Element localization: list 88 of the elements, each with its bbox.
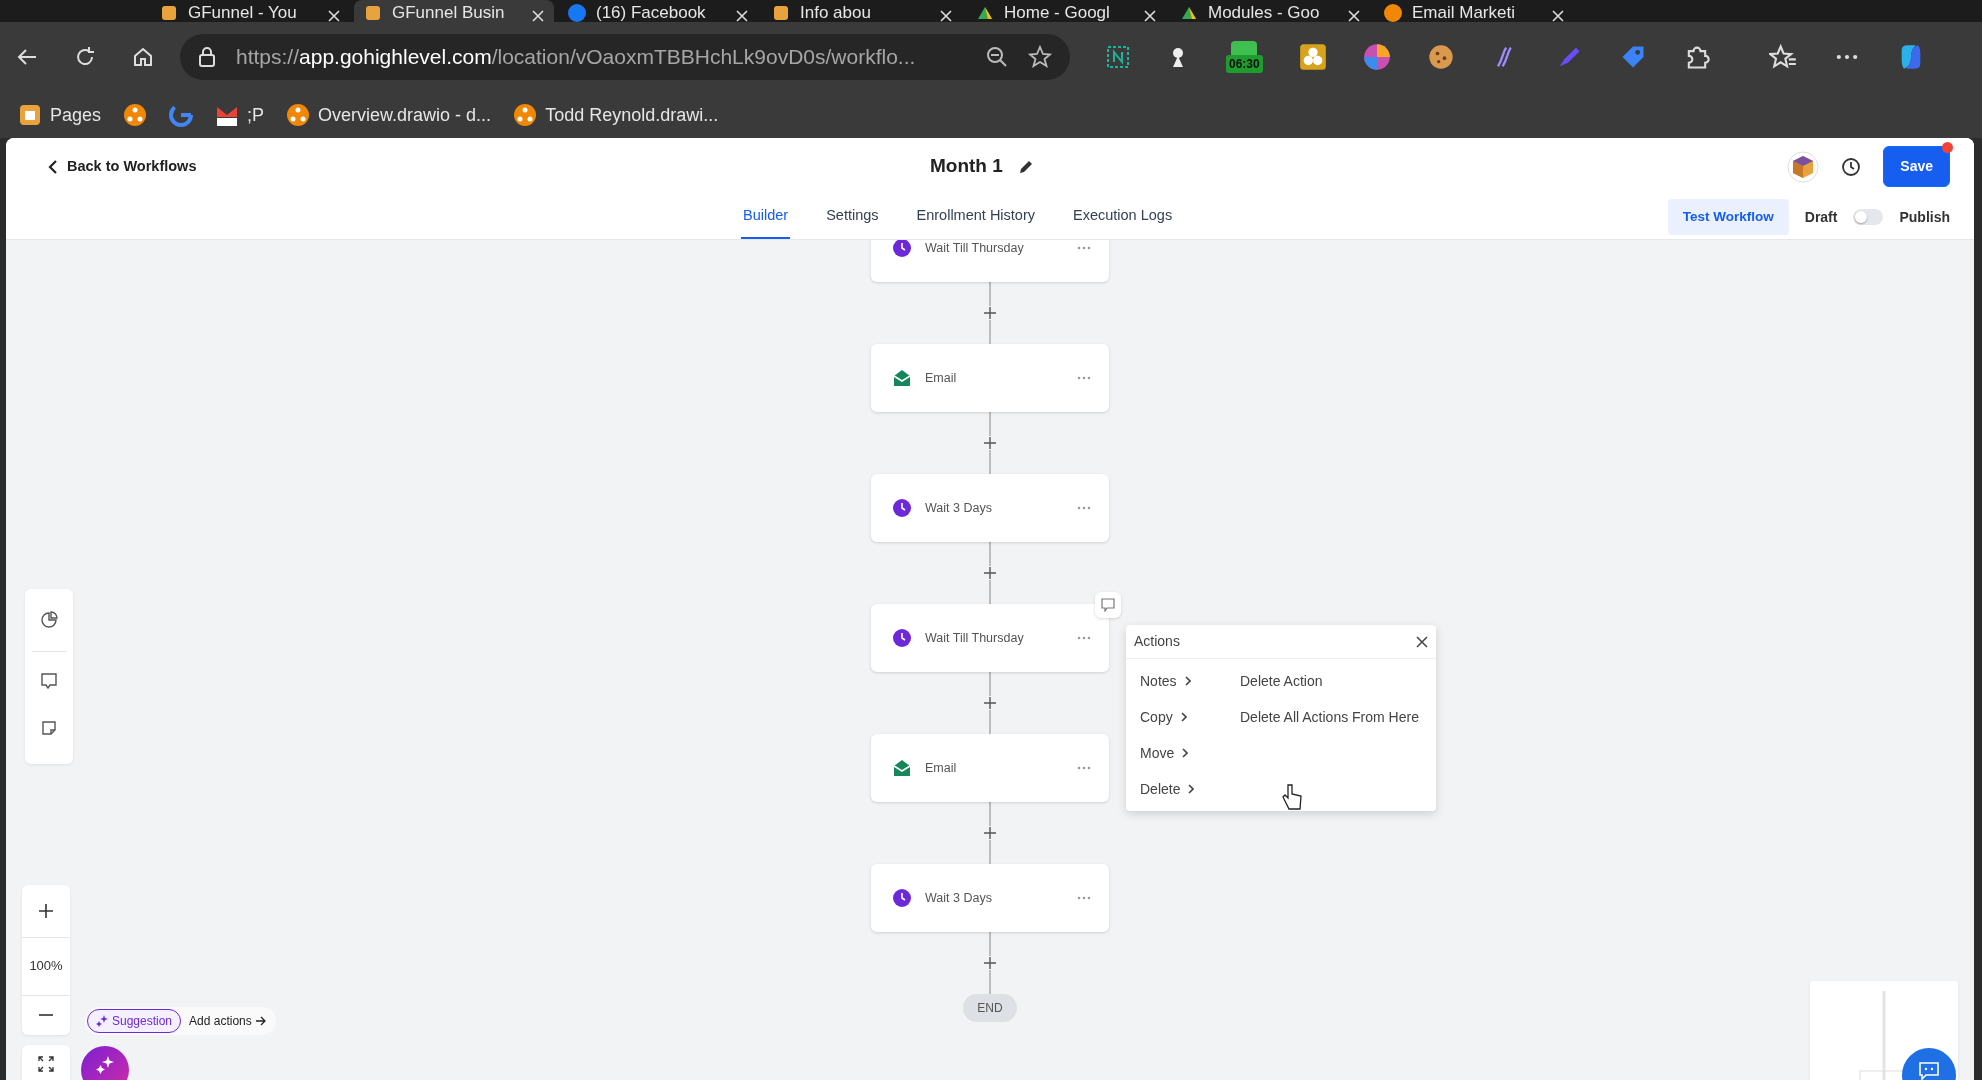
action-node[interactable]: Email — [871, 344, 1109, 412]
bookmark-google-icon[interactable] — [169, 103, 194, 127]
bookmark[interactable]: Overview.drawio - d... — [286, 101, 492, 129]
address-bar[interactable]: https://app.gohighlevel.com/location/vOaoxmTBBHchLk9ovD0s/workflo... — [180, 34, 1070, 80]
bookmark[interactable]: Todd Reynold.drawi... — [513, 101, 719, 129]
pie-chart-icon[interactable] — [40, 611, 58, 629]
submenu-item[interactable]: Delete Action — [1226, 663, 1433, 699]
bookmark[interactable]: ;P — [215, 101, 265, 129]
action-node[interactable]: Wait 3 Days — [871, 864, 1109, 932]
network-icon — [513, 103, 538, 127]
back-link[interactable]: Back to Workflows — [46, 154, 198, 179]
chevron-right-icon — [1184, 676, 1191, 686]
test-workflow-button[interactable]: Test Workflow — [1667, 198, 1789, 236]
cube-icon — [18, 103, 42, 127]
cube-logo-icon[interactable] — [1787, 150, 1820, 183]
chevron-right-icon — [1188, 784, 1195, 794]
end-marker: END — [963, 994, 1017, 1022]
reload-icon[interactable] — [74, 46, 96, 68]
browser-tab[interactable]: (16) Facebook — [558, 0, 758, 22]
sticky-note-icon[interactable] — [41, 720, 57, 736]
browser-tab[interactable]: Modules - Goo — [1170, 0, 1370, 22]
arrow-right-icon — [255, 1016, 266, 1026]
tab[interactable]: Builder — [741, 195, 791, 239]
tab-favicon-icon — [160, 4, 178, 22]
zoom-level: 100% — [22, 936, 70, 996]
menu-item[interactable]: Delete — [1126, 771, 1226, 807]
hexagon-tile-icon[interactable] — [1298, 43, 1327, 71]
chevron-right-icon — [1180, 712, 1187, 722]
comment-icon[interactable] — [40, 672, 58, 690]
chevron-left-icon — [47, 158, 59, 175]
clock-icon — [893, 629, 911, 647]
tab[interactable]: Settings — [824, 195, 881, 239]
star-icon[interactable] — [1028, 45, 1052, 69]
menu-title: Actions — [1134, 632, 1181, 651]
save-button[interactable]: Save — [1883, 146, 1950, 187]
browser-tab[interactable]: GFunnel - You — [150, 0, 350, 22]
minus-icon — [39, 1014, 53, 1017]
bookmark[interactable]: Pages — [18, 101, 102, 129]
add-actions-link[interactable]: Add actions — [189, 1012, 266, 1030]
menu-item[interactable]: Move — [1126, 735, 1226, 771]
action-node[interactable]: Wait 3 Days — [871, 474, 1109, 542]
publish-toggle[interactable] — [1853, 209, 1884, 225]
tab[interactable]: Execution Logs — [1071, 195, 1175, 239]
browser-tab[interactable]: Home - Googl — [966, 0, 1166, 22]
action-node[interactable]: Wait Till Thursday — [871, 240, 1109, 282]
chevron-right-icon — [1182, 748, 1189, 758]
network-icon — [286, 103, 311, 127]
action-node[interactable]: Wait Till Thursday — [871, 604, 1109, 672]
menu-item[interactable]: Notes — [1126, 663, 1226, 699]
zoom-out-icon[interactable] — [986, 46, 1008, 68]
pencil-icon[interactable] — [1018, 159, 1033, 174]
chat-icon — [1919, 1062, 1939, 1080]
bookmark-network-icon[interactable] — [123, 103, 148, 127]
tab-favicon-icon — [1384, 4, 1402, 22]
lock-icon — [198, 46, 216, 68]
ai-assistant-button[interactable] — [81, 1046, 129, 1080]
clock-icon — [893, 499, 911, 517]
favorites-icon[interactable] — [1768, 43, 1797, 71]
n-letter-tile-icon[interactable] — [1106, 45, 1130, 69]
browser-tab[interactable]: Info abou — [762, 0, 962, 22]
tab-favicon-icon — [568, 4, 586, 22]
cookie-icon[interactable] — [1426, 43, 1455, 71]
tab-favicon-icon — [364, 4, 382, 22]
clock-icon — [893, 889, 911, 907]
color-wheel-icon[interactable] — [1362, 43, 1391, 71]
history-icon[interactable] — [1841, 156, 1862, 177]
envelope-icon — [893, 759, 911, 777]
sparkle-icon — [96, 1015, 108, 1027]
draft-label: Draft — [1804, 207, 1838, 227]
action-node[interactable]: Email — [871, 734, 1109, 802]
workflow-title: Month 1 — [930, 154, 1003, 179]
envelope-icon — [893, 369, 911, 387]
suggestion-chip[interactable]: Suggestion — [87, 1009, 182, 1033]
home-icon[interactable] — [132, 46, 154, 68]
url-text: https://app.gohighlevel.com/location/vOaoxmTBBHchLk9ovD0s/workflo... — [236, 44, 917, 71]
publish-label: Publish — [1899, 207, 1950, 227]
tab[interactable]: Enrollment History — [914, 195, 1037, 239]
submenu-item[interactable]: Delete All Actions From Here — [1226, 699, 1433, 735]
menu-item[interactable]: Copy — [1126, 699, 1226, 735]
sparkle-icon — [96, 1056, 114, 1074]
browser-tab[interactable]: Email Marketi — [1374, 0, 1574, 22]
comment-icon — [1101, 598, 1115, 612]
close-icon[interactable] — [1416, 635, 1428, 648]
fit-view-button[interactable] — [22, 1045, 70, 1080]
browser-tab[interactable]: GFunnel Busin — [354, 0, 554, 22]
plus-icon — [39, 903, 53, 918]
tab-favicon-icon — [772, 4, 790, 22]
expand-icon — [38, 1056, 54, 1072]
